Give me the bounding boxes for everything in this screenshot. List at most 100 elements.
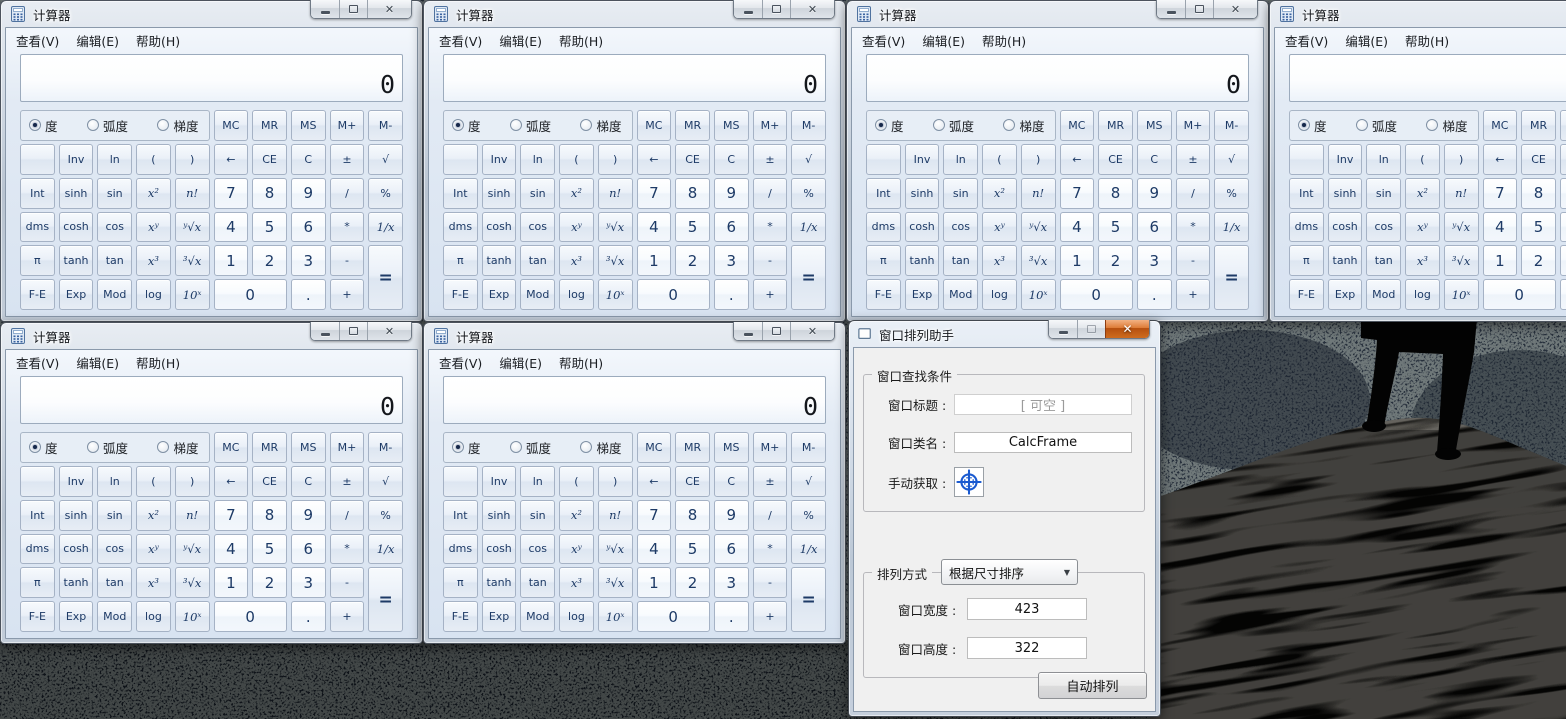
memory-key-M+[interactable]: M+ bbox=[330, 110, 365, 141]
key-5[interactable]: 5 bbox=[252, 534, 287, 565]
key-Int[interactable]: Int bbox=[866, 178, 901, 209]
memory-key-MS[interactable]: MS bbox=[714, 432, 749, 463]
key-←[interactable]: ← bbox=[637, 466, 672, 497]
memory-key-M-[interactable]: M- bbox=[791, 432, 826, 463]
key-1/x[interactable]: 1/x bbox=[791, 534, 826, 565]
key-cos[interactable]: cos bbox=[520, 534, 555, 565]
key--[interactable]: - bbox=[753, 245, 788, 276]
memory-key-MS[interactable]: MS bbox=[714, 110, 749, 141]
key-6[interactable]: 6 bbox=[291, 534, 326, 565]
key-3[interactable]: 3 bbox=[714, 245, 749, 276]
angle-mode-radio[interactable]: 梯度 bbox=[157, 116, 198, 135]
window-title-input[interactable] bbox=[954, 394, 1132, 415]
memory-key-MS[interactable]: MS bbox=[291, 110, 326, 141]
key-*[interactable]: * bbox=[330, 534, 365, 565]
key-Inv[interactable]: Inv bbox=[59, 144, 94, 175]
memory-key-MC[interactable]: MC bbox=[1483, 110, 1518, 141]
calculator-titlebar[interactable]: 计算器 ✕ bbox=[424, 323, 845, 349]
key-1/x[interactable]: 1/x bbox=[1214, 212, 1249, 243]
key-Exp[interactable]: Exp bbox=[59, 601, 94, 632]
key-3[interactable]: 3 bbox=[1137, 245, 1172, 276]
key-3[interactable]: 3 bbox=[714, 567, 749, 598]
key-7[interactable]: 7 bbox=[1483, 178, 1518, 209]
key-tanh[interactable]: tanh bbox=[482, 567, 517, 598]
window-height-input[interactable] bbox=[967, 637, 1087, 659]
key-√[interactable]: √ bbox=[368, 144, 403, 175]
key-√[interactable]: √ bbox=[791, 466, 826, 497]
key-7[interactable]: 7 bbox=[637, 500, 672, 531]
key-1[interactable]: 1 bbox=[1483, 245, 1518, 276]
key-Exp[interactable]: Exp bbox=[482, 601, 517, 632]
key-5[interactable]: 5 bbox=[1098, 212, 1133, 243]
menu-item[interactable]: 查看(V) bbox=[439, 353, 482, 372]
key-Inv[interactable]: Inv bbox=[482, 466, 517, 497]
key-ʸ√x[interactable]: ʸ√x bbox=[1444, 212, 1479, 243]
close-button[interactable]: ✕ bbox=[1213, 0, 1257, 18]
key-([interactable]: ( bbox=[559, 144, 594, 175]
minimize-button[interactable] bbox=[1049, 320, 1077, 338]
key-sin[interactable]: sin bbox=[97, 500, 132, 531]
key-2[interactable]: 2 bbox=[675, 567, 710, 598]
key-cosh[interactable]: cosh bbox=[905, 212, 940, 243]
key-Mod[interactable]: Mod bbox=[1366, 279, 1401, 310]
key-C[interactable]: C bbox=[291, 466, 326, 497]
key-Mod[interactable]: Mod bbox=[520, 279, 555, 310]
angle-mode-radio[interactable]: 梯度 bbox=[580, 438, 621, 457]
key-C[interactable]: C bbox=[1560, 144, 1566, 175]
key-xʸ[interactable]: xʸ bbox=[136, 212, 171, 243]
menu-item[interactable]: 帮助(H) bbox=[982, 31, 1026, 50]
key-cosh[interactable]: cosh bbox=[482, 534, 517, 565]
key-10ˣ[interactable]: 10ˣ bbox=[1444, 279, 1479, 310]
key-tanh[interactable]: tanh bbox=[1328, 245, 1363, 276]
key-)[interactable]: ) bbox=[175, 466, 210, 497]
key-Exp[interactable]: Exp bbox=[1328, 279, 1363, 310]
key-sin[interactable]: sin bbox=[520, 178, 555, 209]
calculator-titlebar[interactable]: 计算器 ✕ bbox=[1270, 1, 1566, 27]
angle-mode-radio[interactable]: 梯度 bbox=[1426, 116, 1467, 135]
key-π[interactable]: π bbox=[20, 567, 55, 598]
key-8[interactable]: 8 bbox=[675, 500, 710, 531]
key-1[interactable]: 1 bbox=[637, 567, 672, 598]
key-C[interactable]: C bbox=[291, 144, 326, 175]
key-n![interactable]: n! bbox=[175, 178, 210, 209]
key-x²[interactable]: x² bbox=[559, 500, 594, 531]
key-x³[interactable]: x³ bbox=[136, 567, 171, 598]
key-3[interactable]: 3 bbox=[291, 567, 326, 598]
key-dms[interactable]: dms bbox=[443, 212, 478, 243]
key-³√x[interactable]: ³√x bbox=[1021, 245, 1056, 276]
key-8[interactable]: 8 bbox=[252, 178, 287, 209]
key-10ˣ[interactable]: 10ˣ bbox=[598, 279, 633, 310]
key-=[interactable]: = bbox=[368, 567, 403, 632]
menu-item[interactable]: 查看(V) bbox=[16, 31, 59, 50]
key-sin[interactable]: sin bbox=[520, 500, 555, 531]
minimize-button[interactable] bbox=[311, 0, 339, 18]
key-cos[interactable]: cos bbox=[943, 212, 978, 243]
menu-item[interactable]: 帮助(H) bbox=[559, 31, 603, 50]
key-√[interactable]: √ bbox=[368, 466, 403, 497]
maximize-button[interactable] bbox=[1077, 320, 1105, 338]
key-)[interactable]: ) bbox=[175, 144, 210, 175]
close-button[interactable]: ✕ bbox=[367, 322, 411, 340]
key-Int[interactable]: Int bbox=[20, 500, 55, 531]
key-/[interactable]: / bbox=[330, 500, 365, 531]
key-4[interactable]: 4 bbox=[637, 212, 672, 243]
key-sinh[interactable]: sinh bbox=[1328, 178, 1363, 209]
key-=[interactable]: = bbox=[791, 245, 826, 310]
key-±[interactable]: ± bbox=[330, 466, 365, 497]
key-←[interactable]: ← bbox=[637, 144, 672, 175]
key-tan[interactable]: tan bbox=[520, 245, 555, 276]
key-F-E[interactable]: F-E bbox=[20, 279, 55, 310]
key-1[interactable]: 1 bbox=[637, 245, 672, 276]
key-xʸ[interactable]: xʸ bbox=[982, 212, 1017, 243]
key-8[interactable]: 8 bbox=[252, 500, 287, 531]
angle-mode-radio[interactable]: 度 bbox=[875, 116, 904, 135]
memory-key-MR[interactable]: MR bbox=[675, 110, 710, 141]
key-←[interactable]: ← bbox=[1483, 144, 1518, 175]
key-n![interactable]: n! bbox=[598, 178, 633, 209]
key-10ˣ[interactable]: 10ˣ bbox=[175, 601, 210, 632]
key-log[interactable]: log bbox=[136, 279, 171, 310]
key-dms[interactable]: dms bbox=[20, 212, 55, 243]
key-←[interactable]: ← bbox=[1060, 144, 1095, 175]
key-([interactable]: ( bbox=[1405, 144, 1440, 175]
menu-item[interactable]: 帮助(H) bbox=[559, 353, 603, 372]
